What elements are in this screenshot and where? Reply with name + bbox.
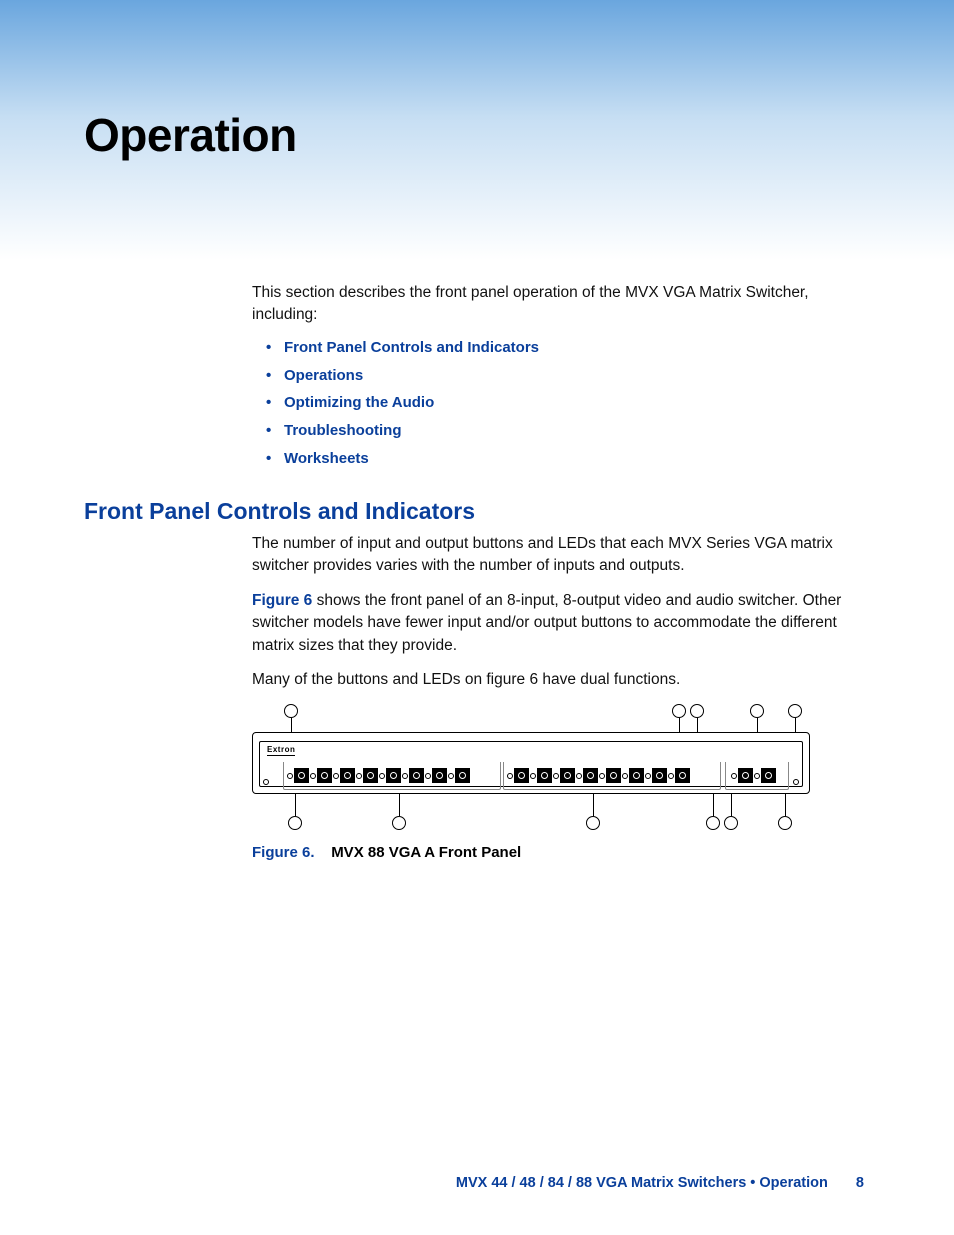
front-panel-diagram: Extron (252, 704, 812, 834)
panel-button-icon (409, 768, 424, 783)
callout-leader-line (757, 718, 758, 732)
panel-button-icon (386, 768, 401, 783)
led-icon (599, 773, 605, 779)
link-front-panel-controls[interactable]: Front Panel Controls and Indicators (266, 337, 870, 359)
led-icon (379, 773, 385, 779)
panel-button-icon (560, 768, 575, 783)
page-title: Operation (84, 108, 870, 162)
callout-circle-icon (284, 704, 298, 718)
led-icon (645, 773, 651, 779)
intro-paragraph: This section describes the front panel o… (252, 282, 870, 327)
callout-leader-line (295, 794, 296, 816)
led-icon (731, 773, 737, 779)
led-icon (754, 773, 760, 779)
callout-leader-line (785, 794, 786, 816)
led-icon (576, 773, 582, 779)
callout-circle-icon (706, 816, 720, 830)
body-paragraph-3: Many of the buttons and LEDs on figure 6… (252, 669, 870, 691)
callout-circle-icon (586, 816, 600, 830)
callout-leader-line (291, 718, 292, 732)
callout-circle-icon (672, 704, 686, 718)
figure-reference-link[interactable]: Figure 6 (252, 592, 312, 609)
footer-text: MVX 44 / 48 / 84 / 88 VGA Matrix Switche… (456, 1175, 828, 1191)
led-icon (356, 773, 362, 779)
led-icon (287, 773, 293, 779)
figure-number: Figure 6. (252, 844, 315, 861)
callout-leader-line (713, 794, 714, 816)
panel-button-icon (652, 768, 667, 783)
panel-button-icon (294, 768, 309, 783)
led-icon (425, 773, 431, 779)
panel-button-icon (606, 768, 621, 783)
callout-leader-line (593, 794, 594, 816)
link-worksheets[interactable]: Worksheets (266, 448, 870, 470)
callout-circle-icon (288, 816, 302, 830)
callout-leader-line (679, 718, 680, 732)
panel-button-icon (432, 768, 447, 783)
page-footer: MVX 44 / 48 / 84 / 88 VGA Matrix Switche… (0, 1175, 954, 1191)
led-icon (448, 773, 454, 779)
body-paragraph-2: Figure 6 shows the front panel of an 8-i… (252, 590, 870, 657)
panel-button-icon (583, 768, 598, 783)
panel-button-icon (514, 768, 529, 783)
callout-circle-icon (750, 704, 764, 718)
control-button-strip (731, 767, 777, 785)
callout-leader-line (697, 718, 698, 732)
panel-button-icon (675, 768, 690, 783)
panel-button-icon (629, 768, 644, 783)
figure-caption: Figure 6. MVX 88 VGA A Front Panel (252, 844, 870, 861)
body-paragraph-1: The number of input and output buttons a… (252, 533, 870, 578)
figure-title: MVX 88 VGA A Front Panel (331, 844, 521, 861)
callout-leader-line (731, 794, 732, 816)
callout-circle-icon (724, 816, 738, 830)
callout-circle-icon (690, 704, 704, 718)
led-icon (622, 773, 628, 779)
callout-circle-icon (392, 816, 406, 830)
page-number: 8 (856, 1175, 864, 1191)
device-panel: Extron (252, 732, 810, 794)
screw-icon (793, 779, 799, 785)
panel-button-icon (537, 768, 552, 783)
led-icon (668, 773, 674, 779)
panel-button-icon (340, 768, 355, 783)
led-icon (402, 773, 408, 779)
device-brand-label: Extron (267, 745, 295, 756)
led-icon (333, 773, 339, 779)
led-icon (310, 773, 316, 779)
callout-leader-line (399, 794, 400, 816)
panel-button-icon (317, 768, 332, 783)
panel-button-icon (363, 768, 378, 783)
led-icon (507, 773, 513, 779)
panel-button-icon (761, 768, 776, 783)
input-button-strip (287, 767, 471, 785)
callout-circle-icon (788, 704, 802, 718)
body-paragraph-2-rest: shows the front panel of an 8-input, 8-o… (252, 592, 841, 654)
panel-button-icon (738, 768, 753, 783)
output-button-strip (507, 767, 691, 785)
led-icon (530, 773, 536, 779)
section-link-list: Front Panel Controls and Indicators Oper… (252, 337, 870, 470)
link-troubleshooting[interactable]: Troubleshooting (266, 420, 870, 442)
section-heading: Front Panel Controls and Indicators (84, 498, 870, 525)
led-icon (553, 773, 559, 779)
callout-leader-line (795, 718, 796, 732)
link-optimizing-audio[interactable]: Optimizing the Audio (266, 392, 870, 414)
link-operations[interactable]: Operations (266, 365, 870, 387)
screw-icon (263, 779, 269, 785)
callout-circle-icon (778, 816, 792, 830)
panel-button-icon (455, 768, 470, 783)
